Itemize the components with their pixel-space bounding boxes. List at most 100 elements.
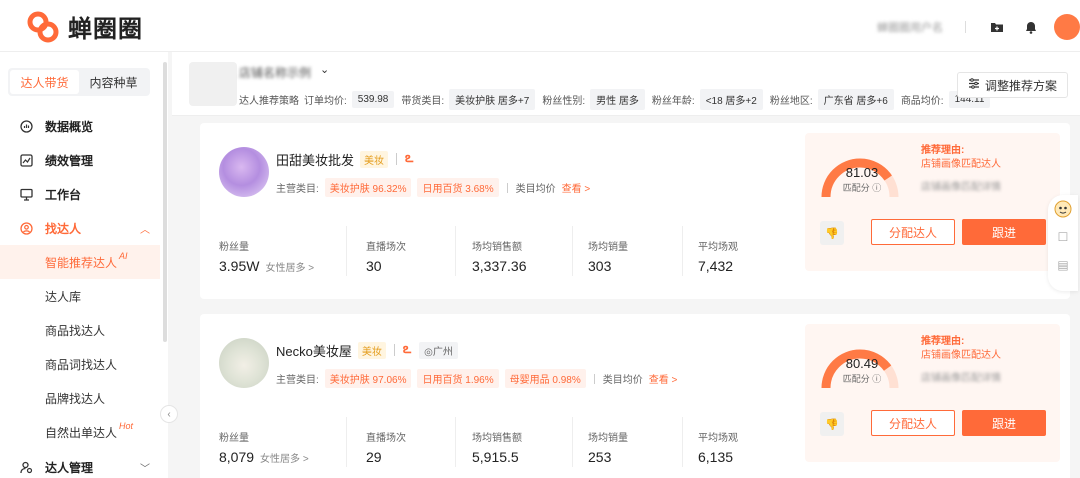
folder-icon[interactable] <box>986 16 1008 38</box>
category-chip: 日用百货 3.68% <box>417 178 499 197</box>
filter-value: 男性 居多 <box>590 89 645 110</box>
divider <box>682 417 683 467</box>
stat-label: 平均场观 <box>698 242 738 253</box>
sidebar-item-performance[interactable]: 绩效管理 <box>0 143 160 177</box>
tab-content-seeding[interactable]: 内容种草 <box>79 70 148 94</box>
shop-name[interactable]: 店铺名称示例 <box>239 64 311 81</box>
filter-label: 订单均价: <box>304 96 347 107</box>
filter-label: 粉丝年龄: <box>651 96 695 107</box>
sidebar-item-find-daren[interactable]: 找达人 ︿ <box>0 211 160 245</box>
divider <box>396 153 398 165</box>
feedback-icon[interactable]: ☐ <box>1048 223 1078 251</box>
daren-name[interactable]: 田甜美妆批发 <box>276 150 354 169</box>
app-logo[interactable]: 蝉圈圈 <box>26 9 143 44</box>
thumbs-down-icon[interactable]: 👎 <box>820 221 844 245</box>
stat-label: 场均销量 <box>588 242 628 253</box>
daren-name[interactable]: Necko美妆屋 <box>276 341 352 360</box>
category-tag: 美妆 <box>357 341 386 359</box>
recommendation-panel: 81.03 匹配分 ⓘ 推荐理由: 店铺画像匹配达人 店铺画像匹配详情 👎 分配… <box>805 133 1060 271</box>
match-score: 80.49 <box>845 356 879 371</box>
logo-icon <box>27 11 59 42</box>
follow-up-button[interactable]: 跟进 <box>962 219 1046 245</box>
collapse-sidebar-button[interactable]: ‹ <box>160 405 178 423</box>
stat-value: 253 <box>588 449 612 465</box>
chart-icon <box>19 119 33 133</box>
divider <box>346 417 347 467</box>
reason-text: 店铺画像匹配达人 <box>921 159 1001 170</box>
match-score: 81.03 <box>845 165 879 180</box>
sidebar-item-overview[interactable]: 数据概览 <box>0 109 160 143</box>
sidebar-subitem-natural-orders[interactable]: 自然出单达人 Hot <box>0 415 160 449</box>
stat-label: 场均销量 <box>588 433 628 444</box>
category-price-label: 类目均价 <box>515 184 556 195</box>
stat-avg-sales-volume: 场均销量 253 <box>588 429 628 465</box>
user-name[interactable]: 蝉圈圈用户名 <box>877 19 957 35</box>
trend-icon <box>19 153 33 167</box>
stat-value: 3,337.36 <box>472 258 527 274</box>
stat-avg-views: 平均场观 6,135 <box>698 429 738 465</box>
strategy-label: 达人推荐策略 <box>239 96 299 107</box>
info-icon[interactable]: ⓘ <box>872 183 881 193</box>
fans-gender-link[interactable]: 女性居多 > <box>260 450 309 465</box>
sliders-icon <box>968 78 980 92</box>
main-category-label: 主营类目: <box>276 184 319 195</box>
stat-value: 7,432 <box>698 258 734 274</box>
info-icon[interactable]: ⓘ <box>872 374 881 384</box>
main-category-label: 主营类目: <box>276 375 319 386</box>
reason-title: 推荐理由: <box>921 336 965 347</box>
divider <box>572 226 573 276</box>
stat-value: 303 <box>588 258 612 274</box>
follow-up-button[interactable]: 跟进 <box>962 410 1046 436</box>
sidebar-subitem-smart-recommend[interactable]: 智能推荐达人 AI <box>0 245 160 279</box>
sidebar-subitem-daren-library[interactable]: 达人库 <box>0 279 160 313</box>
sidebar-subitem-keyword-find[interactable]: 商品词找达人 <box>0 347 160 381</box>
sidebar-subitem-product-find[interactable]: 商品找达人 <box>0 313 160 347</box>
assign-daren-button[interactable]: 分配达人 <box>871 219 955 245</box>
view-link[interactable]: 查看 > <box>649 371 678 386</box>
daren-card: 田甜美妆批发 美妆 ఽ 主营类目: 美妆护肤 96.32% 日用百货 3.68%… <box>200 123 1070 299</box>
stat-avg-sales-amount: 场均销售额 3,337.36 <box>472 238 527 274</box>
tab-daren-daihuo[interactable]: 达人带货 <box>10 70 79 94</box>
fans-gender-link[interactable]: 女性居多 > <box>265 259 314 274</box>
bell-icon[interactable] <box>1020 16 1042 38</box>
sidebar-subitem-label: 品牌找达人 <box>45 391 106 406</box>
thumbs-down-icon[interactable]: 👎 <box>820 412 844 436</box>
filter-label: 商品均价: <box>900 96 944 107</box>
filter-value: 广东省 居多+6 <box>817 89 894 110</box>
sidebar-item-workbench[interactable]: 工作台 <box>0 177 160 211</box>
assign-daren-button[interactable]: 分配达人 <box>871 410 955 436</box>
stat-label: 平均场观 <box>698 433 738 444</box>
daren-avatar[interactable] <box>219 147 269 197</box>
sidebar-scrollbar[interactable] <box>163 62 167 342</box>
divider <box>455 226 456 276</box>
category-chip: 日用百货 1.96% <box>417 369 499 388</box>
sidebar-subitem-brand-find[interactable]: 品牌找达人 <box>0 381 160 415</box>
stat-live-count: 直播场次 30 <box>366 238 406 274</box>
adjust-plan-button[interactable]: 调整推荐方案 <box>956 72 1068 98</box>
daren-avatar[interactable] <box>219 338 269 388</box>
sidebar-subitem-label: 智能推荐达人 <box>45 255 118 270</box>
category-tag: 美妆 <box>360 150 389 168</box>
user-avatar[interactable] <box>1054 14 1080 40</box>
filter-label: 粉丝性别: <box>542 96 586 107</box>
stat-value: 3.95W <box>219 258 260 274</box>
strategy-bar: 达人推荐策略 订单均价: 539.98 带货类目: 美妆护肤 居多+7 粉丝性别… <box>239 89 997 110</box>
assistant-icon[interactable] <box>1048 195 1078 223</box>
logo-text: 蝉圈圈 <box>68 16 143 43</box>
stat-fans: 粉丝量 8,079 女性居多 > <box>219 429 309 465</box>
stat-label: 粉丝量 <box>219 242 249 253</box>
stat-value: 5,915.5 <box>472 449 519 465</box>
ai-badge: AI <box>119 251 128 261</box>
chevron-down-icon[interactable]: ⌄ <box>320 63 329 76</box>
sidebar-item-label: 绩效管理 <box>45 153 94 168</box>
stat-avg-sales-volume: 场均销量 303 <box>588 238 628 274</box>
match-score-label: 匹配分 <box>842 374 870 384</box>
sidebar-item-daren-manage[interactable]: 达人管理 ﹀ <box>0 450 160 478</box>
view-link[interactable]: 查看 > <box>562 180 591 195</box>
reason-detail: 店铺画像匹配详情 <box>921 182 1001 193</box>
document-icon[interactable]: ▤ <box>1048 251 1078 279</box>
divider <box>455 417 456 467</box>
top-bar: 蝉圈圈 蝉圈圈用户名 <box>0 0 1080 52</box>
recommendation-panel: 80.49 匹配分 ⓘ 推荐理由: 店铺画像匹配达人 店铺画像匹配详情 👎 分配… <box>805 324 1060 462</box>
strategy-header: 店铺名称示例 ⌄ 达人推荐策略 订单均价: 539.98 带货类目: 美妆护肤 … <box>172 52 1080 116</box>
